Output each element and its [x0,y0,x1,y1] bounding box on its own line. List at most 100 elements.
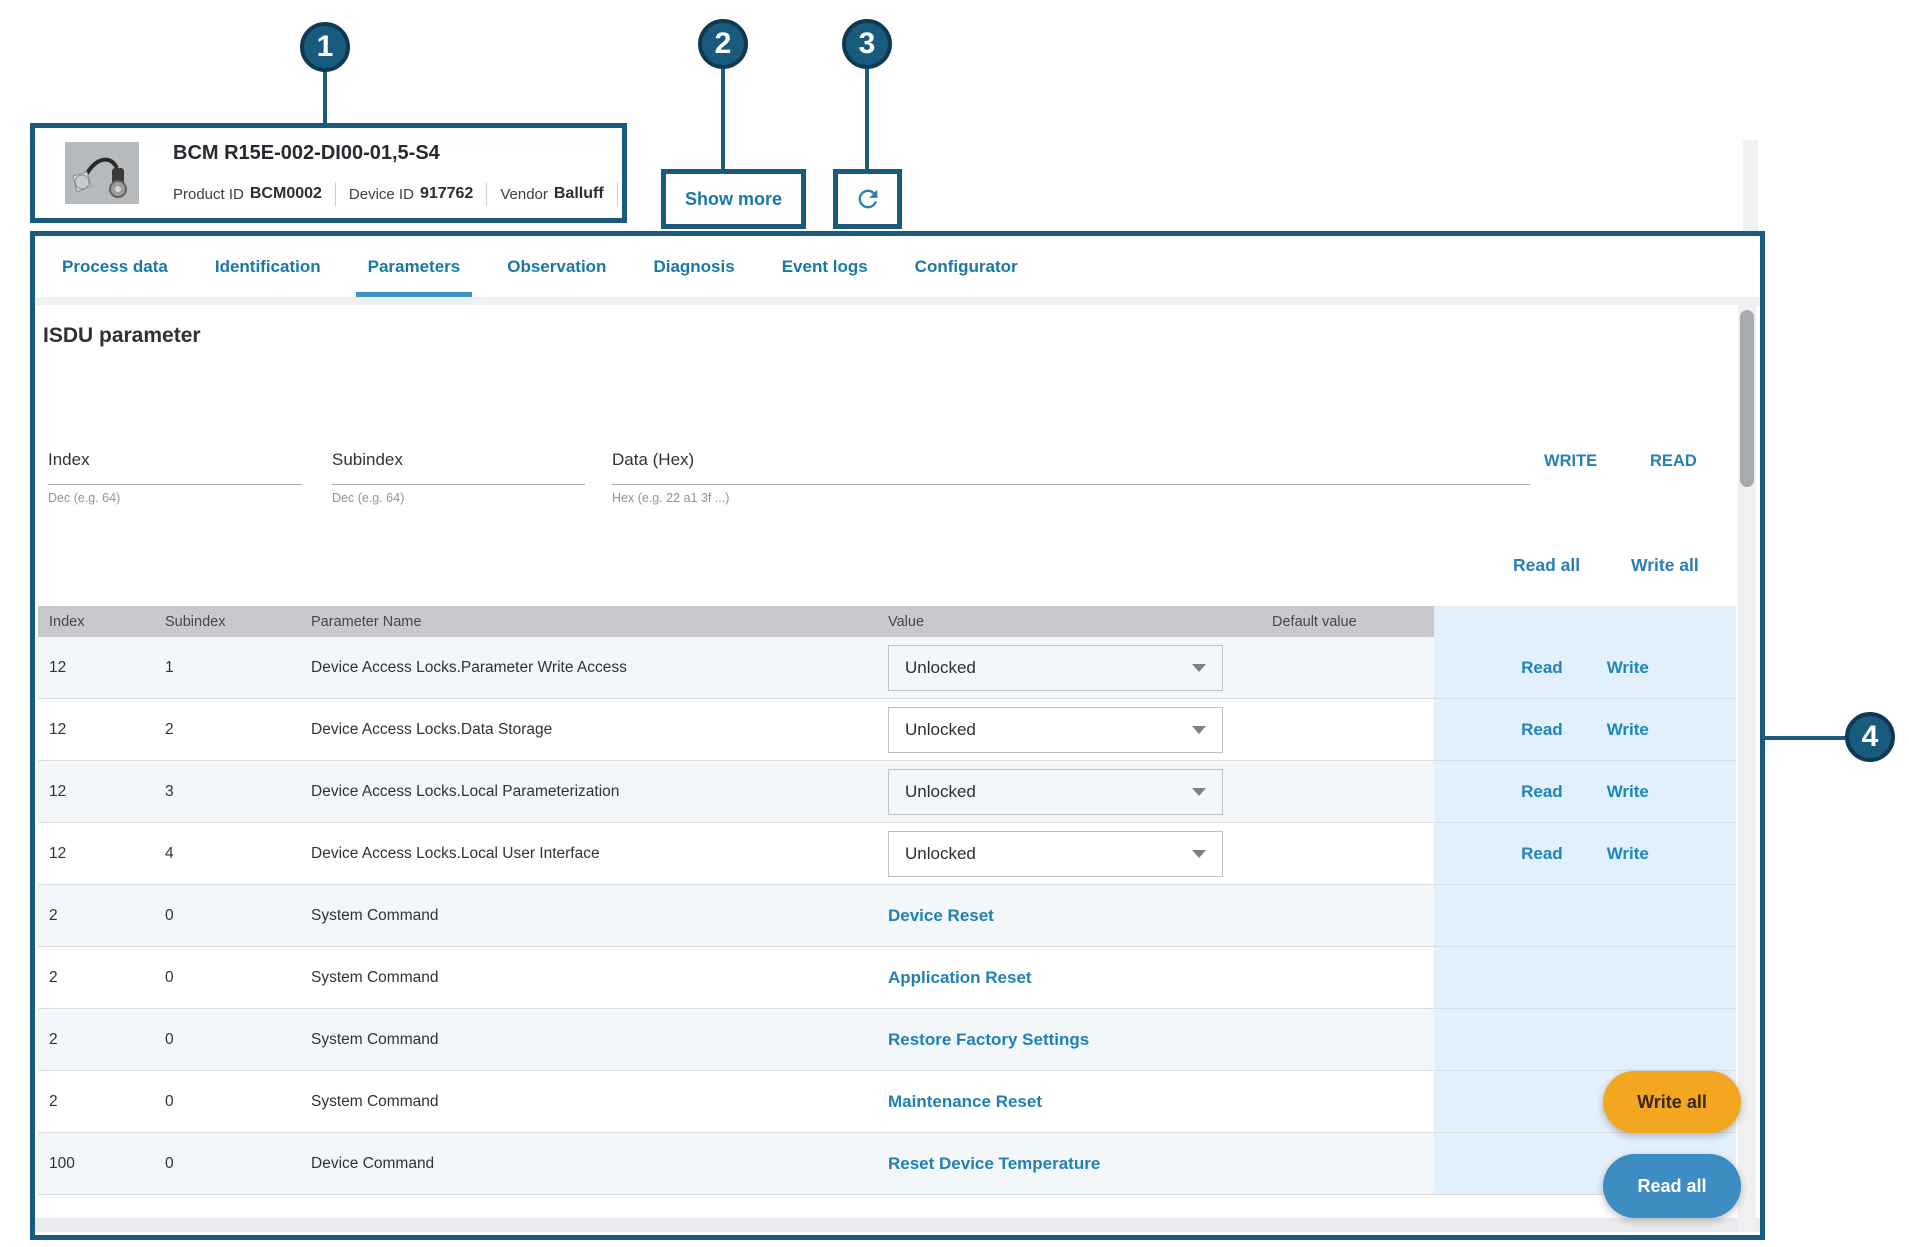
command-link-restore-factory-settings[interactable]: Restore Factory Settings [888,1030,1089,1050]
divider [617,182,618,206]
data-hex-field-label: Data (Hex) [612,450,1530,470]
row-read-button[interactable]: Read [1521,782,1563,802]
show-more-button[interactable]: Show more [685,189,782,210]
device-id: Device ID 917762 [349,185,473,203]
write-all-fab-button[interactable]: Write all [1603,1071,1741,1133]
row-read-button[interactable]: Read [1521,844,1563,864]
tab-bar: Process data Identification Parameters O… [35,236,1760,297]
refresh-icon[interactable] [854,185,882,213]
table-row: 2 0 System Command Maintenance Reset [38,1071,1736,1133]
value-dropdown[interactable]: Unlocked [888,831,1223,877]
write-all-link[interactable]: Write all [1631,555,1699,576]
table-row: 2 0 System Command Restore Factory Setti… [38,1009,1736,1071]
cell-index: 2 [38,1071,150,1132]
value-dropdown[interactable]: Unlocked [888,645,1223,691]
table-row: 12 3 Device Access Locks.Local Parameter… [38,761,1736,823]
cell-subindex: 0 [150,885,295,946]
divider [335,182,336,206]
cell-default-value [1260,761,1434,822]
data-hex-input[interactable] [612,484,1530,485]
table-row: 2 0 System Command Application Reset [38,947,1736,1009]
cell-default-value [1260,637,1434,698]
column-header-subindex: Subindex [150,606,295,637]
cell-parameter-name: Device Command [295,1133,880,1194]
subindex-field-hint: Dec (e.g. 64) [332,491,585,505]
subindex-field-group: Subindex Dec (e.g. 64) [332,450,585,505]
column-header-index: Index [38,606,150,637]
table-row: 12 4 Device Access Locks.Local User Inte… [38,823,1736,885]
dropdown-value: Unlocked [905,658,976,678]
tab-configurator[interactable]: Configurator [915,236,1018,297]
callout-3-number: 3 [859,27,876,61]
tab-process-data[interactable]: Process data [62,236,168,297]
vendor: Vendor Balluff [500,185,603,203]
data-hex-field-hint: Hex (e.g. 22 a1 3f ...) [612,491,1530,505]
device-id-label: Device ID [349,186,414,203]
cell-index: 12 [38,823,150,884]
command-link-reset-device-temperature[interactable]: Reset Device Temperature [888,1154,1100,1174]
read-all-link[interactable]: Read all [1513,555,1580,576]
callout-1: 1 [300,22,350,72]
table-header-row: Index Subindex Parameter Name Value Defa… [38,606,1736,637]
cell-parameter-name: System Command [295,1009,880,1070]
table-row: 100 0 Device Command Reset Device Temper… [38,1133,1736,1195]
dropdown-value: Unlocked [905,782,976,802]
row-write-button[interactable]: Write [1607,658,1649,678]
tab-event-logs[interactable]: Event logs [782,236,868,297]
row-read-button[interactable]: Read [1521,720,1563,740]
row-read-button[interactable]: Read [1521,658,1563,678]
table-row: 12 1 Device Access Locks.Parameter Write… [38,637,1736,699]
tab-diagnosis[interactable]: Diagnosis [653,236,734,297]
read-button[interactable]: READ [1650,452,1697,471]
callout-2-line [721,67,725,169]
panel-scrollbar-thumb[interactable] [1740,310,1754,487]
cell-subindex: 1 [150,637,295,698]
row-write-button[interactable]: Write [1607,844,1649,864]
callout-2: 2 [698,19,748,69]
cell-default-value [1260,699,1434,760]
chevron-down-icon [1192,850,1206,858]
command-link-device-reset[interactable]: Device Reset [888,906,994,926]
table-row: 2 0 System Command Device Reset [38,885,1736,947]
chevron-down-icon [1192,788,1206,796]
read-all-fab-button[interactable]: Read all [1603,1154,1741,1218]
divider [486,182,487,206]
cell-subindex: 0 [150,1071,295,1132]
subindex-input[interactable] [332,484,585,485]
dropdown-value: Unlocked [905,720,976,740]
command-link-maintenance-reset[interactable]: Maintenance Reset [888,1092,1042,1112]
device-info-row: Product ID BCM0002 Device ID 917762 Vend… [173,182,618,206]
column-header-parameter-name: Parameter Name [295,606,880,637]
cell-index: 12 [38,761,150,822]
callout-3-line [865,67,869,169]
cell-default-value [1260,947,1434,1008]
command-link-application-reset[interactable]: Application Reset [888,968,1032,988]
cell-parameter-name: Device Access Locks.Parameter Write Acce… [295,637,880,698]
cell-index: 100 [38,1133,150,1194]
value-dropdown[interactable]: Unlocked [888,707,1223,753]
tab-observation[interactable]: Observation [507,236,606,297]
main-panel: Process data Identification Parameters O… [30,231,1765,1240]
tab-identification[interactable]: Identification [215,236,321,297]
cell-default-value [1260,1071,1434,1132]
cell-subindex: 4 [150,823,295,884]
column-header-actions [1434,606,1736,637]
value-dropdown[interactable]: Unlocked [888,769,1223,815]
callout-4: 4 [1845,712,1895,762]
chevron-down-icon [1192,664,1206,672]
write-button[interactable]: WRITE [1544,452,1597,471]
page-scrollbar-track[interactable] [1743,140,1758,231]
row-write-button[interactable]: Write [1607,720,1649,740]
row-write-button[interactable]: Write [1607,782,1649,802]
cell-parameter-name: System Command [295,947,880,1008]
callout-4-number: 4 [1862,720,1879,754]
cell-subindex: 3 [150,761,295,822]
horizontal-scrollbar-track[interactable] [35,1218,1760,1232]
product-id-value: BCM0002 [250,185,322,203]
cell-default-value [1260,1009,1434,1070]
tab-parameters[interactable]: Parameters [368,236,461,297]
vendor-value: Balluff [554,185,604,203]
vendor-label: Vendor [500,186,548,203]
index-input[interactable] [48,484,302,485]
callout-1-line [323,70,327,123]
